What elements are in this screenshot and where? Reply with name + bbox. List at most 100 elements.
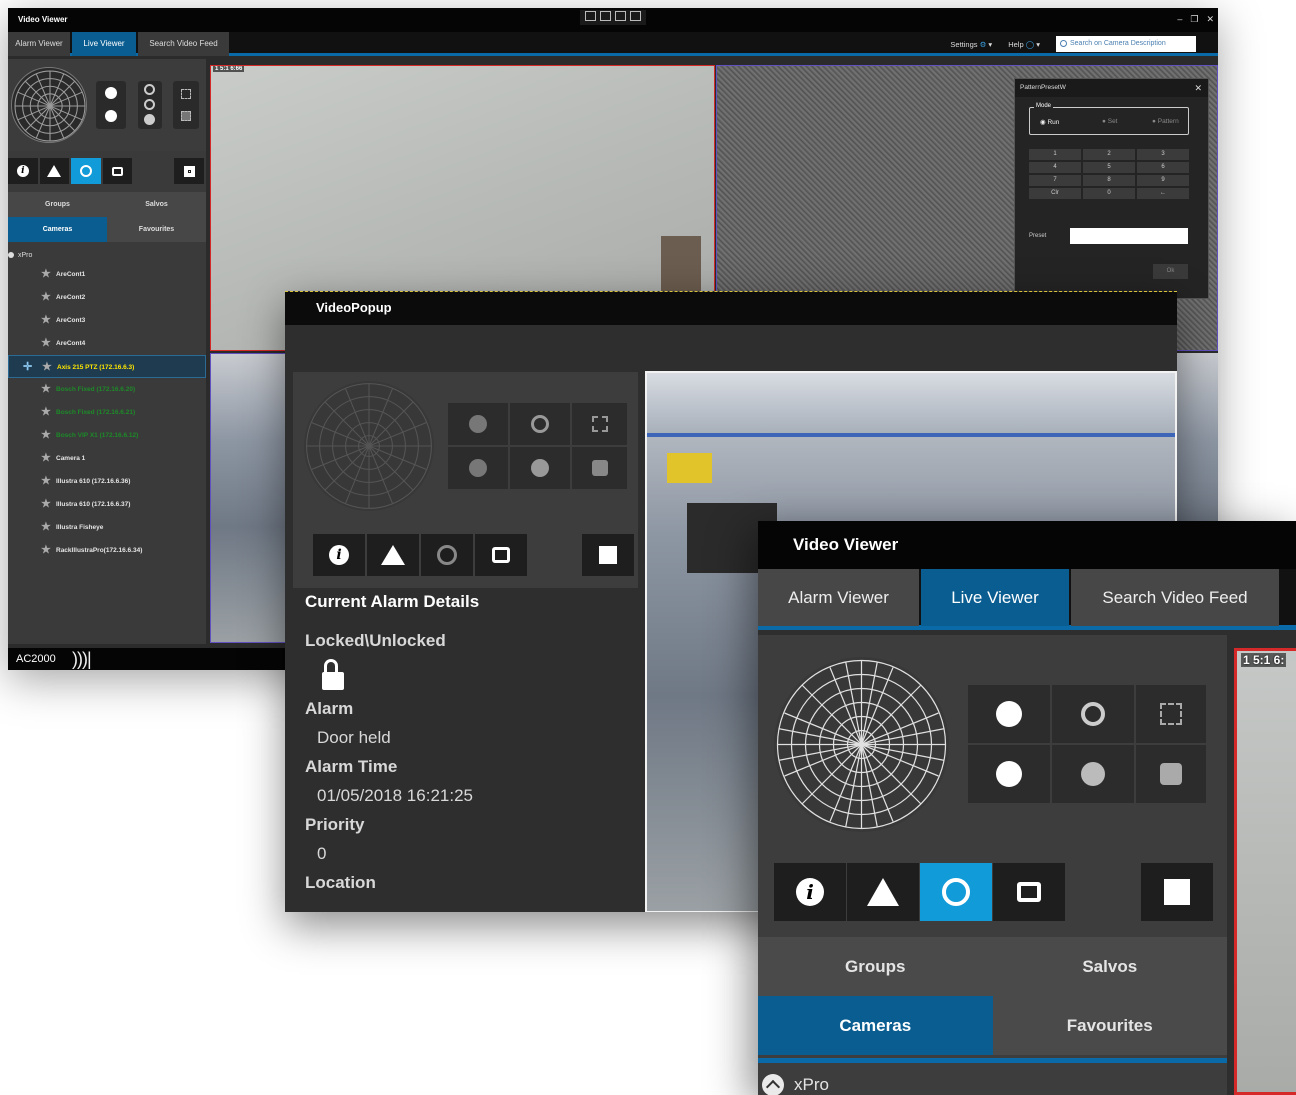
mode-run-radio[interactable]: ◉ Run — [1040, 118, 1059, 126]
front-video-tile[interactable]: 1 5:1 6: — [1234, 648, 1296, 1095]
ptz-joystick-wheel[interactable] — [774, 657, 949, 832]
close-icon[interactable]: ✕ — [1206, 14, 1214, 25]
restore-icon[interactable]: ❐ — [1190, 14, 1198, 25]
favourite-star-icon[interactable]: ★ — [41, 539, 51, 562]
settings-menu[interactable]: Settings ⚙ ▾ — [950, 40, 992, 49]
tree-root-xpro[interactable]: xPro — [762, 1073, 829, 1095]
zoom-out-button[interactable] — [968, 745, 1050, 803]
tab-favourites[interactable]: Favourites — [107, 217, 206, 242]
alarm-button[interactable] — [39, 158, 70, 184]
iris-auto-icon[interactable] — [144, 99, 155, 110]
minimize-icon[interactable]: – — [1177, 14, 1182, 25]
ok-button[interactable]: Ok — [1153, 264, 1188, 279]
alarm-button[interactable] — [367, 534, 419, 576]
camera-search-input[interactable]: Search on Camera Description — [1056, 36, 1196, 52]
tab-salvos[interactable]: Salvos — [107, 192, 206, 217]
favourite-star-icon[interactable]: ★ — [41, 378, 51, 401]
favourite-star-icon[interactable]: ★ — [41, 516, 51, 539]
iris-close-icon[interactable] — [144, 114, 155, 125]
ptz-joystick-wheel[interactable] — [304, 381, 434, 511]
iris-buttons[interactable] — [1052, 685, 1134, 743]
camera-item[interactable]: ★ Bosch Fixed (172.16.6.20) — [8, 378, 206, 401]
layout-icon-3[interactable] — [615, 11, 626, 21]
info-button[interactable]: i — [8, 158, 38, 184]
tab-live-viewer[interactable]: Live Viewer — [921, 569, 1069, 626]
video-tile-3[interactable] — [210, 353, 290, 643]
focus-near-button[interactable] — [1136, 685, 1206, 743]
focus-near-icon[interactable] — [181, 89, 191, 99]
alarm-button[interactable] — [847, 863, 919, 921]
zoom-out-button[interactable] — [448, 447, 508, 489]
tab-cameras[interactable]: Cameras — [8, 217, 107, 242]
iris-close-button[interactable] — [1052, 745, 1134, 803]
favourite-star-icon[interactable]: ★ — [41, 286, 51, 309]
snapshot-button[interactable] — [475, 534, 527, 576]
favourite-star-icon[interactable]: ★ — [41, 470, 51, 493]
camera-item[interactable]: ★ Illustra 610 (172.16.6.36) — [8, 470, 206, 493]
favourite-star-icon[interactable]: ★ — [41, 332, 51, 355]
camera-item[interactable]: ★ RackIllustraPro(172.16.6.34) — [8, 539, 206, 562]
keypad-key[interactable]: 1 — [1029, 149, 1081, 160]
zoom-in-icon[interactable] — [105, 87, 117, 99]
camera-item[interactable]: ★ Bosch VIP X1 (172.16.6.12) — [8, 424, 206, 447]
tree-root-xpro[interactable]: xPro — [8, 249, 206, 263]
camera-item[interactable]: ★ AreCont3 — [8, 309, 206, 332]
zoom-in-button[interactable] — [448, 403, 508, 445]
camera-item[interactable]: ★ AreCont1 — [8, 263, 206, 286]
help-menu[interactable]: Help ◯ ▾ — [1008, 40, 1040, 49]
keypad-key[interactable]: ← — [1137, 188, 1189, 199]
mode-pattern-radio[interactable]: ● Pattern — [1152, 118, 1179, 125]
keypad-key[interactable]: 9 — [1137, 175, 1189, 186]
preset-button[interactable] — [582, 534, 634, 576]
camera-item[interactable]: ★ Illustra Fisheye — [8, 516, 206, 539]
ptz-joystick-wheel[interactable] — [11, 67, 87, 143]
tab-search-video-feed[interactable]: Search Video Feed — [138, 32, 229, 56]
keypad-key[interactable]: 6 — [1137, 162, 1189, 173]
focus-far-button[interactable] — [572, 447, 627, 489]
camera-item[interactable]: ★ Bosch Fixed (172.16.6.21) — [8, 401, 206, 424]
layout-icon-1[interactable] — [585, 11, 596, 21]
focus-near-button[interactable] — [572, 403, 627, 445]
iris-open-icon[interactable] — [144, 84, 155, 95]
camera-item[interactable]: ✛ ★ Axis 215 PTZ (172.16.6.3) — [8, 355, 206, 378]
favourite-star-icon[interactable]: ★ — [41, 401, 51, 424]
preset-input[interactable] — [1070, 228, 1188, 244]
tab-alarm-viewer[interactable]: Alarm Viewer — [8, 32, 70, 56]
keypad-key[interactable]: 3 — [1137, 149, 1189, 160]
keypad-key[interactable]: 7 — [1029, 175, 1081, 186]
focus-far-icon[interactable] — [181, 111, 191, 121]
zoom-out-icon[interactable] — [105, 110, 117, 122]
tab-live-viewer[interactable]: Live Viewer — [72, 32, 136, 56]
favourite-star-icon[interactable]: ★ — [41, 309, 51, 332]
ptz-mode-button[interactable] — [421, 534, 473, 576]
camera-item[interactable]: ★ AreCont2 — [8, 286, 206, 309]
camera-item[interactable]: ★ AreCont4 — [8, 332, 206, 355]
layout-icon-2[interactable] — [600, 11, 611, 21]
ptz-mode-button[interactable] — [920, 863, 992, 921]
focus-far-button[interactable] — [1136, 745, 1206, 803]
tab-groups[interactable]: Groups — [758, 937, 993, 996]
keypad-key[interactable]: 0 — [1083, 188, 1135, 199]
tab-salvos[interactable]: Salvos — [992, 937, 1227, 996]
camera-item[interactable]: ★ Illustra 610 (172.16.6.37) — [8, 493, 206, 516]
tab-alarm-viewer[interactable]: Alarm Viewer — [758, 569, 919, 626]
favourite-star-icon[interactable]: ★ — [41, 424, 51, 447]
favourite-star-icon[interactable]: ★ — [41, 493, 51, 516]
info-button[interactable]: i — [774, 863, 846, 921]
tab-search-video-feed[interactable]: Search Video Feed — [1071, 569, 1279, 626]
favourite-star-icon[interactable]: ★ — [41, 263, 51, 286]
tab-groups[interactable]: Groups — [8, 192, 107, 217]
tab-favourites[interactable]: Favourites — [992, 996, 1227, 1055]
info-button[interactable]: i — [313, 534, 365, 576]
keypad-key[interactable]: 2 — [1083, 149, 1135, 160]
camera-item[interactable]: ★ Camera 1 — [8, 447, 206, 470]
zoom-in-button[interactable] — [968, 685, 1050, 743]
ptz-mode-button[interactable] — [71, 158, 101, 184]
layout-icon-4[interactable] — [630, 11, 641, 21]
favourite-star-icon[interactable]: ★ — [42, 356, 52, 379]
keypad-key[interactable]: 4 — [1029, 162, 1081, 173]
iris-open-button[interactable] — [510, 403, 570, 445]
close-icon[interactable]: ✕ — [1194, 79, 1202, 97]
favourite-star-icon[interactable]: ★ — [41, 447, 51, 470]
preset-button[interactable] — [174, 158, 204, 184]
